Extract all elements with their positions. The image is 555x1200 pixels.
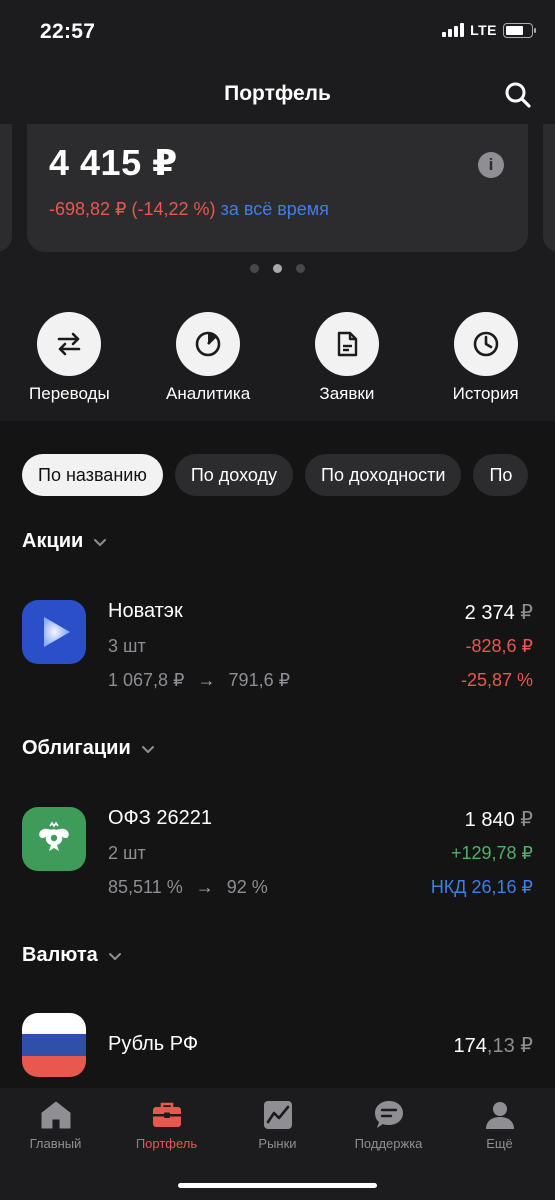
search-button[interactable] (503, 80, 533, 110)
asset-value: 1 840 ₽ (464, 809, 533, 831)
page-dot (250, 264, 259, 273)
section-bonds[interactable]: Облигации (22, 737, 155, 760)
period-link[interactable]: за всё время (221, 199, 329, 219)
filter-by-yield[interactable]: По доходности (305, 454, 462, 496)
asset-price-change: 1 067,8 ₽ → 791,6 ₽ (108, 670, 291, 690)
asset-qty: 2 шт (108, 843, 146, 863)
asset-name: Новатэк (108, 600, 183, 622)
section-title: Валюта (22, 944, 98, 966)
asset-abs-change: -828,6 ₽ (465, 636, 534, 656)
section-stocks[interactable]: Акции (22, 530, 107, 553)
tab-bar: Главный Портфель Рынки Поддержка Ещё (0, 1088, 555, 1200)
portfolio-summary: 4 415 ₽ i -698,82 ₽ (-14,22 %) за всё вр… (0, 124, 555, 421)
tab-support[interactable]: Поддержка (333, 1088, 444, 1158)
pie-chart-icon (195, 331, 221, 357)
tab-label: Рынки (258, 1136, 297, 1151)
eagle-emblem-icon (22, 807, 86, 871)
home-indicator[interactable] (178, 1183, 377, 1188)
next-card[interactable] (543, 124, 555, 252)
filter-more[interactable]: По (473, 454, 529, 496)
portfolio-amount: 4 415 ₽ (49, 142, 178, 183)
asset-value: 174,13 ₽ (453, 1035, 533, 1057)
prev-card[interactable] (0, 124, 12, 252)
signal-icon (442, 23, 465, 37)
asset-row-ofz[interactable]: ОФЗ 26221 2 шт 85,511 % → 92 % 1 840 ₽ +… (0, 795, 555, 905)
tab-portfolio[interactable]: Портфель (111, 1088, 222, 1158)
quick-actions: Переводы Аналитика Заявки История (0, 312, 555, 404)
tab-markets[interactable]: Рынки (222, 1088, 333, 1158)
action-label: Заявки (319, 384, 375, 403)
asset-nkd: НКД 26,16 ₽ (430, 877, 533, 897)
status-indicators: LTE (442, 22, 536, 38)
info-icon[interactable]: i (478, 152, 504, 178)
asset-price-change: 85,511 % → 92 % (108, 877, 268, 897)
chevron-down-icon (108, 952, 121, 960)
page-dot (296, 264, 305, 273)
tab-more[interactable]: Ещё (444, 1088, 555, 1158)
portfolio-change: -698,82 ₽ (-14,22 %) за всё время (49, 199, 329, 220)
asset-row-novatek[interactable]: Новатэк 3 шт 1 067,8 ₽ → 791,6 ₽ 2 374 ₽… (0, 588, 555, 698)
page-indicator (0, 264, 555, 273)
tab-label: Портфель (135, 1136, 198, 1151)
transfer-icon (58, 332, 81, 356)
document-icon (337, 331, 358, 357)
asset-value: 2 374 ₽ (464, 602, 533, 624)
tab-label: Ещё (486, 1136, 513, 1151)
chevron-down-icon (94, 538, 107, 546)
briefcase-icon (152, 1102, 181, 1127)
section-title: Акции (22, 530, 84, 552)
filter-by-income[interactable]: По доходу (174, 454, 294, 496)
history-button[interactable]: История (416, 312, 555, 404)
russia-flag-icon (22, 1013, 86, 1077)
chevron-down-icon (141, 745, 154, 753)
transfers-button[interactable]: Переводы (0, 312, 139, 404)
tab-label: Главный (29, 1136, 82, 1151)
asset-pct-change: -25,87 % (460, 670, 533, 690)
page-dot-active (273, 264, 282, 273)
change-value: -698,82 ₽ (-14,22 %) (49, 199, 216, 219)
action-label: Переводы (29, 384, 110, 403)
page-title: Портфель (224, 82, 331, 105)
status-bar: 22:57 LTE (0, 0, 555, 62)
portfolio-card[interactable]: 4 415 ₽ i -698,82 ₽ (-14,22 %) за всё вр… (27, 124, 528, 252)
action-label: История (452, 384, 519, 403)
search-icon (505, 82, 531, 108)
sort-filters: По названию По доходу По доходности По (22, 454, 529, 496)
filter-by-name[interactable]: По названию (22, 454, 163, 496)
section-title: Облигации (22, 737, 131, 759)
tab-label: Поддержка (354, 1136, 423, 1151)
profile-icon (485, 1102, 514, 1129)
home-icon (41, 1101, 70, 1129)
asset-abs-change: +129,78 ₽ (450, 843, 533, 863)
battery-icon (503, 22, 536, 38)
section-currency[interactable]: Валюта (22, 944, 122, 967)
asset-name: ОФЗ 26221 (108, 807, 213, 829)
network-label: LTE (470, 22, 497, 38)
action-label: Аналитика (166, 384, 251, 403)
analytics-button[interactable]: Аналитика (139, 312, 278, 404)
asset-qty: 3 шт (108, 636, 146, 656)
clock-icon (473, 331, 498, 357)
novatek-logo-icon (22, 600, 86, 664)
chart-icon (263, 1101, 292, 1129)
orders-button[interactable]: Заявки (278, 312, 417, 404)
header: Портфель (0, 62, 555, 124)
status-time: 22:57 (40, 20, 96, 43)
chat-icon (374, 1101, 403, 1128)
tab-home[interactable]: Главный (0, 1088, 111, 1158)
asset-name: Рубль РФ (108, 1033, 199, 1055)
